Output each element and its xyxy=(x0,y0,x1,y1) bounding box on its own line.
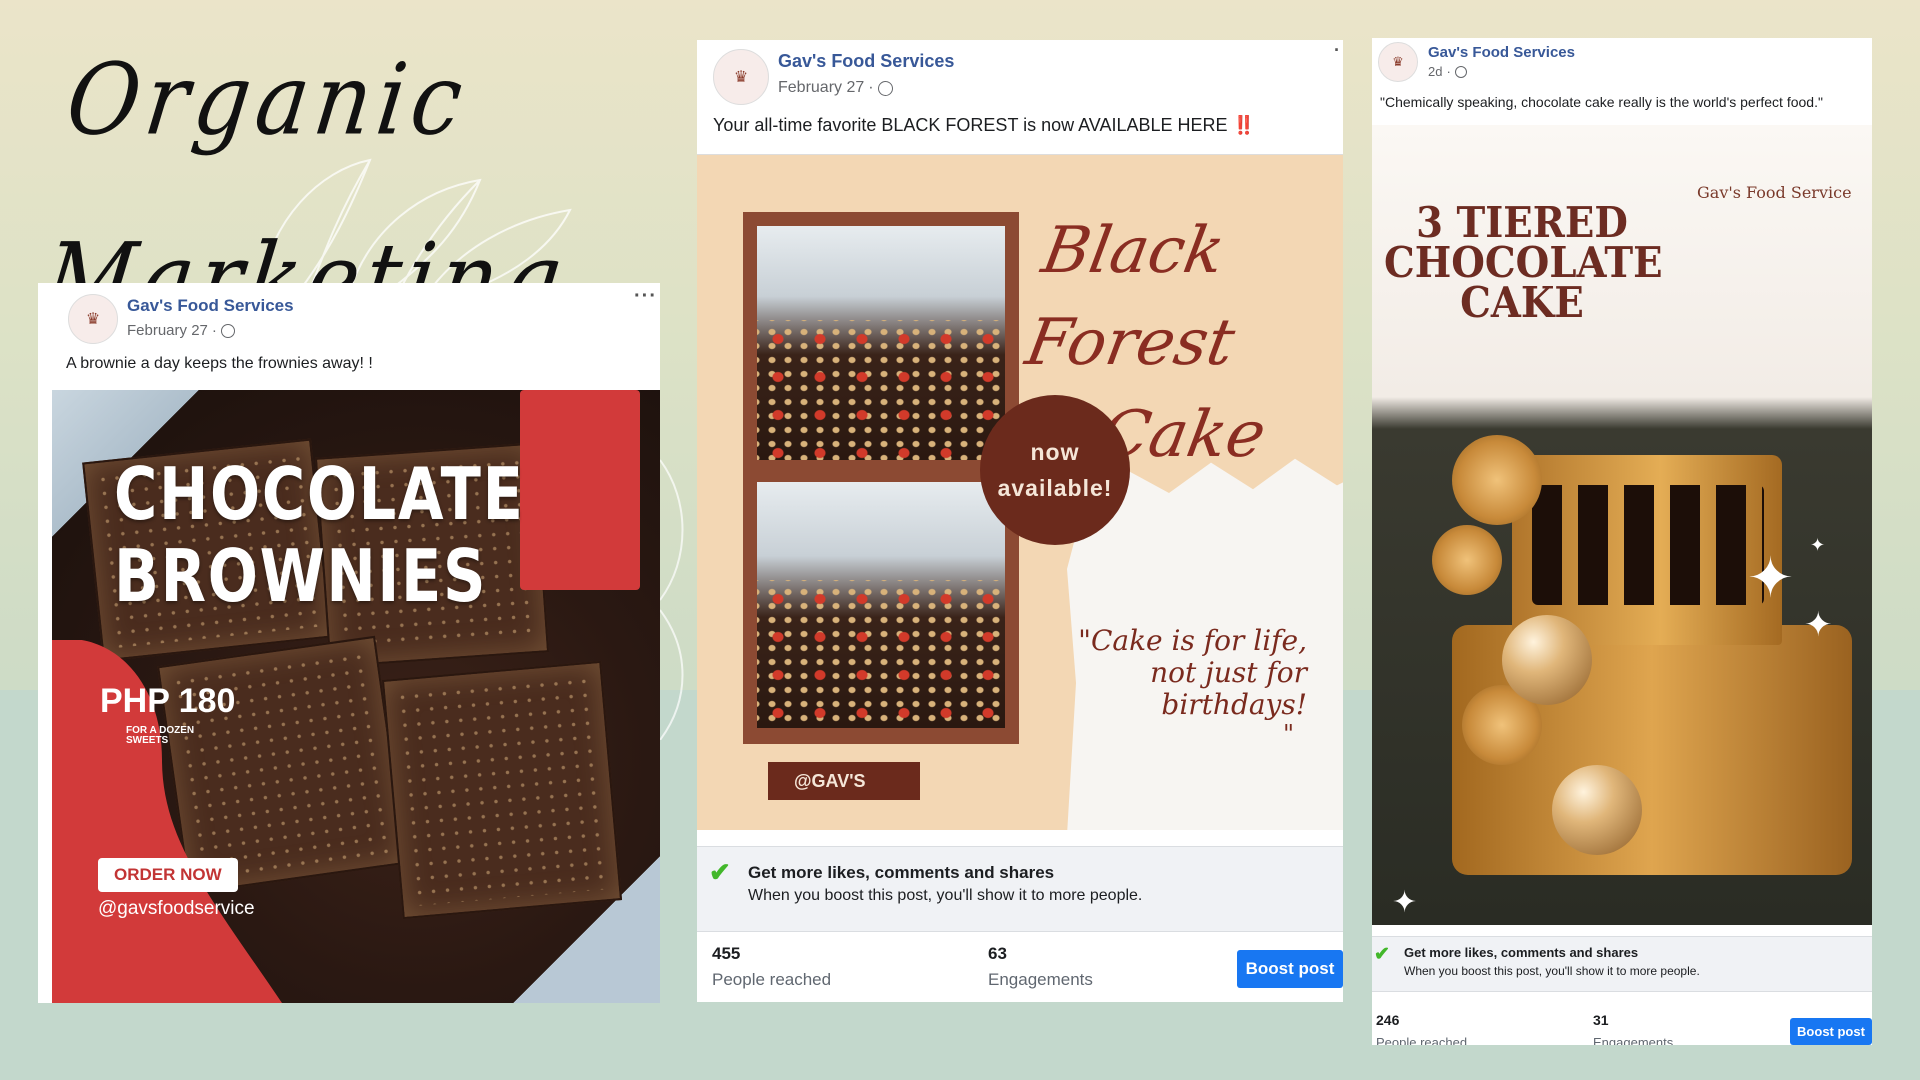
brand-name: Gav's Food Service xyxy=(1697,183,1852,202)
double-exclamation-icon: ‼️ xyxy=(1232,115,1255,135)
more-options-icon[interactable]: ··· xyxy=(634,285,657,308)
boost-post-button[interactable]: Boost post xyxy=(1790,1018,1872,1045)
facebook-post-brownies: ♛ Gav's Food Services February 27 · ··· A… xyxy=(38,283,660,1003)
post-timestamp[interactable]: February 27 · xyxy=(127,322,235,339)
image-title-line3: CAKE xyxy=(1460,278,1584,327)
people-reached-value: 455 xyxy=(712,944,741,963)
globe-icon xyxy=(220,323,235,338)
boost-subtitle: When you boost this post, you'll show it… xyxy=(1404,964,1700,978)
boost-title: Get more likes, comments and shares xyxy=(748,863,1055,882)
image-title-line2: BROWNIES xyxy=(114,534,488,618)
boost-title: Get more likes, comments and shares xyxy=(1404,945,1639,960)
post-image-black-forest[interactable]: Black Forest Cake now available! "Cake i… xyxy=(697,154,1343,830)
post-timestamp[interactable]: February 27 · xyxy=(778,79,893,97)
facebook-post-tiered-cake: ♛ Gav's Food Services 2d · "Chemically sp… xyxy=(1372,38,1872,1045)
post-caption-text: Your all-time favorite BLACK FOREST is n… xyxy=(713,115,1228,135)
page-name-link[interactable]: Gav's Food Services xyxy=(127,296,294,316)
image-title: 3 TIERED CHOCOLATE CAKE xyxy=(1384,198,1663,327)
page-name-link[interactable]: Gav's Food Services xyxy=(1428,44,1575,61)
sparkle-icon: ✦ xyxy=(1747,546,1794,609)
globe-icon xyxy=(1454,65,1467,78)
badge-line2: available! xyxy=(997,475,1113,501)
photo-frame xyxy=(743,212,1019,744)
cake-photo-top xyxy=(757,226,1005,460)
price-sublabel: FOR A DOZEN SWEETS xyxy=(126,725,195,746)
price-label: PHP 180 xyxy=(100,682,236,720)
cake-quote: "Cake is for life, not just for birthday… xyxy=(1078,624,1307,721)
more-options-icon[interactable]: · xyxy=(1334,40,1341,61)
checkmark-icon: ✔ xyxy=(1374,944,1390,965)
boost-promo: ✔ Get more likes, comments and shares Wh… xyxy=(697,846,1343,932)
sparkle-icon: ✦ xyxy=(1392,886,1418,919)
gold-pearl xyxy=(1552,765,1642,855)
chef-hat-icon: ♛ xyxy=(733,69,749,86)
people-reached-label: People reached xyxy=(1376,1035,1468,1045)
people-reached-label: People reached xyxy=(712,970,832,989)
sugar-rose xyxy=(1452,435,1542,525)
image-title-line1: CHOCOLATE xyxy=(114,452,525,536)
gold-pearl xyxy=(1502,615,1592,705)
post-image-tiered-cake[interactable]: 3 TIERED CHOCOLATE CAKE Gav's Food Servi… xyxy=(1372,125,1872,925)
cake-photo-bottom xyxy=(757,482,1005,728)
sugar-rose xyxy=(1432,525,1502,595)
order-now-button: ORDER NOW xyxy=(98,858,238,892)
cake-quote-close: " xyxy=(1283,720,1295,748)
image-title-line1: 3 TIERED xyxy=(1416,198,1628,247)
engagements-value: 31 xyxy=(1593,1012,1609,1028)
chocolate-drip xyxy=(1532,485,1764,605)
post-caption: A brownie a day keeps the frownies away!… xyxy=(66,355,373,372)
checkmark-icon: ✔ xyxy=(709,857,731,887)
engagements-value: 63 xyxy=(988,944,1007,963)
gavs-tag: @GAV'S xyxy=(768,762,920,800)
globe-icon xyxy=(877,80,893,96)
page-title: Organic Marketing xyxy=(38,41,574,337)
now-available-badge: now available! xyxy=(980,395,1130,545)
post-date: February 27 xyxy=(127,322,208,339)
facebook-post-black-forest: ♛ Gav's Food Services February 27 · · You… xyxy=(697,40,1343,1002)
sparkle-icon: ✦ xyxy=(1810,535,1826,555)
sparkle-icon: ✦ xyxy=(1804,606,1833,644)
post-image-brownies[interactable]: CHOCOLATE BROWNIES PHP 180 FOR A DOZEN S… xyxy=(52,390,660,1003)
image-title-line2: CHOCOLATE xyxy=(1384,238,1663,287)
engagements-label: Engagements xyxy=(1593,1035,1674,1045)
page-avatar[interactable]: ♛ xyxy=(1378,42,1418,82)
instagram-handle: @gavsfoodservice xyxy=(98,898,255,919)
chef-hat-icon: ♛ xyxy=(1392,54,1404,69)
chef-hat-icon: ♛ xyxy=(85,311,101,328)
post-date: 2d xyxy=(1428,64,1443,79)
post-caption: "Chemically speaking, chocolate cake rea… xyxy=(1380,94,1823,110)
red-container xyxy=(520,390,640,590)
people-reached-value: 246 xyxy=(1376,1012,1400,1028)
engagements-label: Engagements xyxy=(988,970,1093,989)
page-avatar[interactable]: ♛ xyxy=(68,294,118,344)
page-avatar[interactable]: ♛ xyxy=(713,49,769,105)
boost-subtitle: When you boost this post, you'll show it… xyxy=(748,887,1143,904)
page-name-link[interactable]: Gav's Food Services xyxy=(778,51,954,72)
boost-post-button[interactable]: Boost post xyxy=(1237,950,1343,988)
post-date: February 27 xyxy=(778,79,865,96)
image-title-line1: Black Forest xyxy=(1020,214,1240,380)
badge-line1: now xyxy=(1030,439,1080,465)
post-timestamp[interactable]: 2d · xyxy=(1428,64,1467,79)
post-caption: Your all-time favorite BLACK FOREST is n… xyxy=(713,115,1255,136)
boost-promo: ✔ Get more likes, comments and shares Wh… xyxy=(1372,936,1872,992)
